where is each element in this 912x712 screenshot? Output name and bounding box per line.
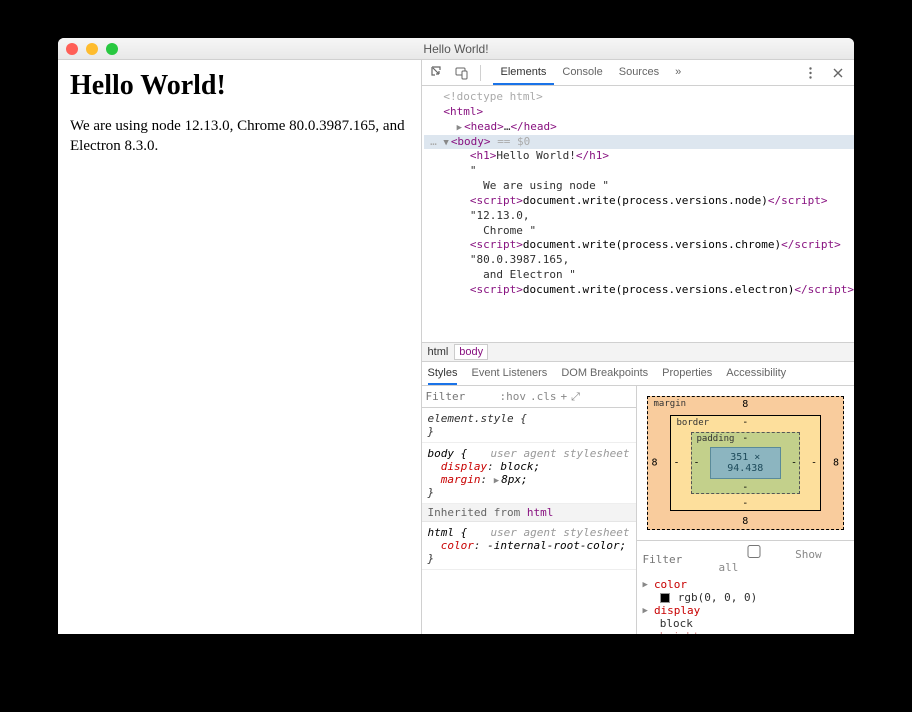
- tab-elements[interactable]: Elements: [493, 61, 555, 85]
- devtools-toolbar: Elements Console Sources »: [422, 60, 854, 86]
- styles-filterbar: :hov .cls + ⤢: [422, 386, 636, 408]
- dom-line[interactable]: Chrome ": [424, 224, 854, 239]
- inspect-icon[interactable]: [428, 63, 448, 83]
- hov-toggle[interactable]: :hov: [500, 390, 527, 403]
- dom-line[interactable]: <html>: [424, 105, 854, 120]
- tab-console[interactable]: Console: [554, 61, 610, 85]
- dom-line[interactable]: ▶<head>…</head>: [424, 120, 854, 135]
- bm-margin-label: margin: [654, 399, 687, 409]
- dom-line[interactable]: <script>document.write(process.versions.…: [424, 283, 854, 298]
- computed-row[interactable]: ▶display: [643, 604, 848, 617]
- new-rule-button[interactable]: +: [561, 390, 568, 403]
- subtab-properties[interactable]: Properties: [662, 363, 712, 385]
- device-toggle-icon[interactable]: [452, 63, 472, 83]
- inherited-header: Inherited from html: [422, 504, 636, 522]
- devtools-tabs: Elements Console Sources »: [493, 61, 690, 85]
- page-heading: Hello World!: [70, 70, 409, 102]
- dom-line[interactable]: <script>document.write(process.versions.…: [424, 194, 854, 209]
- styles-tabs: Styles Event Listeners DOM Breakpoints P…: [422, 362, 854, 386]
- expand-icon[interactable]: ⤢: [571, 390, 580, 404]
- computed-pane: Show all ▶color rgb(0, 0, 0) ▶display bl…: [637, 540, 854, 634]
- kebab-icon[interactable]: [800, 63, 820, 83]
- tab-more[interactable]: »: [667, 61, 689, 85]
- styles-pane: :hov .cls + ⤢ element.style { } body { u…: [422, 386, 637, 634]
- bm-padding-label: padding: [697, 434, 735, 444]
- dom-line[interactable]: <!doctype html>: [424, 90, 854, 105]
- rule-element-style[interactable]: element.style { }: [422, 408, 636, 443]
- titlebar: Hello World!: [58, 38, 854, 60]
- zoom-icon[interactable]: [106, 43, 118, 55]
- rule-html[interactable]: html { user agent stylesheet color: -int…: [422, 522, 636, 570]
- dom-line[interactable]: "80.0.3987.165,: [424, 253, 854, 268]
- window-content: Hello World! We are using node 12.13.0, …: [58, 60, 854, 634]
- computed-row[interactable]: height: [643, 630, 848, 634]
- page-body: We are using node 12.13.0, Chrome 80.0.3…: [70, 116, 409, 157]
- styles-lower: :hov .cls + ⤢ element.style { } body { u…: [422, 386, 854, 634]
- dom-tree[interactable]: <!doctype html> <html> ▶<head>…</head> ……: [422, 86, 854, 342]
- crumb-body[interactable]: body: [454, 344, 488, 360]
- computed-row: block: [643, 617, 848, 630]
- subtab-dombreakpoints[interactable]: DOM Breakpoints: [561, 363, 648, 385]
- tab-sources[interactable]: Sources: [611, 61, 667, 85]
- box-panel: margin 8 8 8 8 border - - - -: [637, 386, 854, 634]
- dom-line[interactable]: We are using node ": [424, 179, 854, 194]
- close-icon[interactable]: [66, 43, 78, 55]
- show-all-checkbox[interactable]: [719, 545, 789, 558]
- subtab-eventlisteners[interactable]: Event Listeners: [471, 363, 547, 385]
- box-model[interactable]: margin 8 8 8 8 border - - - -: [637, 386, 854, 540]
- computed-row[interactable]: ▶color: [643, 578, 848, 591]
- window-title: Hello World!: [423, 42, 488, 56]
- styles-filter-input[interactable]: [426, 390, 496, 403]
- dom-line[interactable]: <h1>Hello World!</h1>: [424, 149, 854, 164]
- dom-line[interactable]: and Electron ": [424, 268, 854, 283]
- app-window: Hello World! Hello World! We are using n…: [58, 38, 854, 634]
- rule-body[interactable]: body { user agent stylesheet display: bl…: [422, 443, 636, 504]
- computed-row: rgb(0, 0, 0): [643, 591, 848, 604]
- dom-line[interactable]: … ▼<body> == $0: [424, 135, 854, 150]
- rendered-page: Hello World! We are using node 12.13.0, …: [58, 60, 421, 634]
- bm-content: 351 × 94.438: [710, 447, 781, 479]
- subtab-accessibility[interactable]: Accessibility: [726, 363, 786, 385]
- dom-line[interactable]: "12.13.0,: [424, 209, 854, 224]
- bm-border-label: border: [677, 418, 710, 428]
- cls-toggle[interactable]: .cls: [530, 390, 557, 403]
- subtab-styles[interactable]: Styles: [428, 363, 458, 385]
- dom-line[interactable]: <script>document.write(process.versions.…: [424, 238, 854, 253]
- computed-filter-input[interactable]: [643, 553, 713, 566]
- crumb-html[interactable]: html: [428, 346, 449, 358]
- dom-line[interactable]: ": [424, 164, 854, 179]
- devtools-panel: Elements Console Sources » <!doctype htm…: [421, 60, 854, 634]
- minimize-icon[interactable]: [86, 43, 98, 55]
- traffic-lights: [66, 43, 118, 55]
- close-devtools-icon[interactable]: [828, 63, 848, 83]
- breadcrumb: html body: [422, 342, 854, 362]
